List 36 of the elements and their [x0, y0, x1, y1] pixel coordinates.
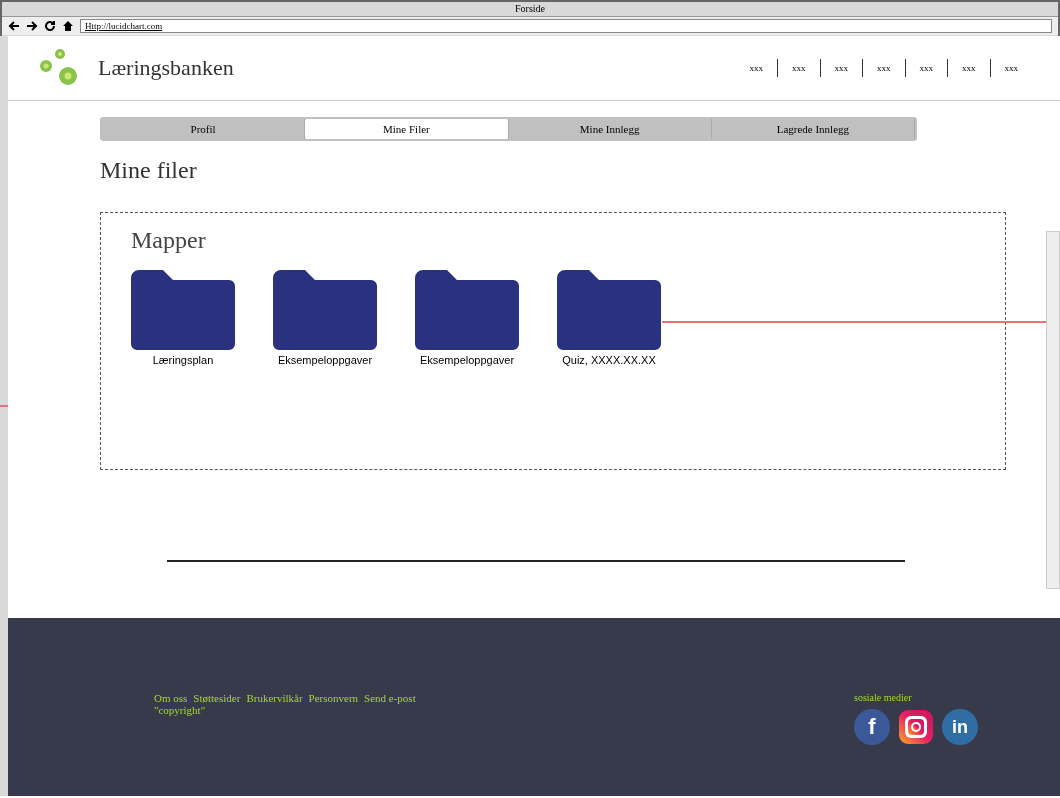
page-heading: Mine filer: [100, 157, 198, 184]
folder-label[interactable]: Quiz, XXXX.XX.XX: [562, 354, 656, 366]
nav-link[interactable]: xxx: [989, 59, 1032, 77]
facebook-icon[interactable]: f: [854, 709, 890, 745]
folder-icon[interactable]: [557, 268, 661, 350]
nav-link[interactable]: xxx: [904, 59, 947, 77]
social-heading: sosiale medier: [854, 692, 913, 703]
section-heading: Mapper: [131, 227, 207, 254]
nav-link[interactable]: xxx: [819, 59, 862, 77]
home-icon[interactable]: [62, 20, 74, 32]
linkedin-icon[interactable]: in: [942, 709, 978, 745]
folder-label[interactable]: Læringsplan: [152, 354, 214, 366]
nav-link[interactable]: xxx: [777, 59, 820, 77]
site-title: Læringsbanken: [98, 55, 235, 81]
nav-link[interactable]: xxx: [862, 59, 905, 77]
footer-link[interactable]: Personvern: [308, 692, 359, 704]
folder-label[interactable]: Eksempeloppgaver: [277, 354, 373, 366]
copyright-text: "copyright": [154, 704, 207, 716]
footer-link[interactable]: Brukervilkår: [246, 692, 303, 704]
back-icon[interactable]: [8, 20, 20, 32]
reload-icon[interactable]: [44, 20, 56, 32]
folder-icon[interactable]: [273, 268, 377, 350]
folder-label[interactable]: Eksempeloppgaver: [419, 354, 515, 366]
folder-icon[interactable]: [131, 268, 235, 350]
url-field[interactable]: Http://lucidchart.com: [80, 19, 1052, 33]
footer-link[interactable]: Send e-post: [364, 692, 416, 704]
footer-link[interactable]: Støttesider: [193, 692, 241, 704]
nav-link[interactable]: xxx: [735, 59, 777, 77]
tab[interactable]: Mine Filer: [305, 119, 509, 139]
footer-link[interactable]: Om oss: [154, 692, 188, 704]
scrollbar[interactable]: [1046, 231, 1060, 589]
window-title: Forside: [515, 2, 545, 16]
folder-icon[interactable]: [415, 268, 519, 350]
nav-link[interactable]: xxx: [947, 59, 990, 77]
forward-icon[interactable]: [26, 20, 38, 32]
instagram-icon[interactable]: [898, 709, 934, 745]
